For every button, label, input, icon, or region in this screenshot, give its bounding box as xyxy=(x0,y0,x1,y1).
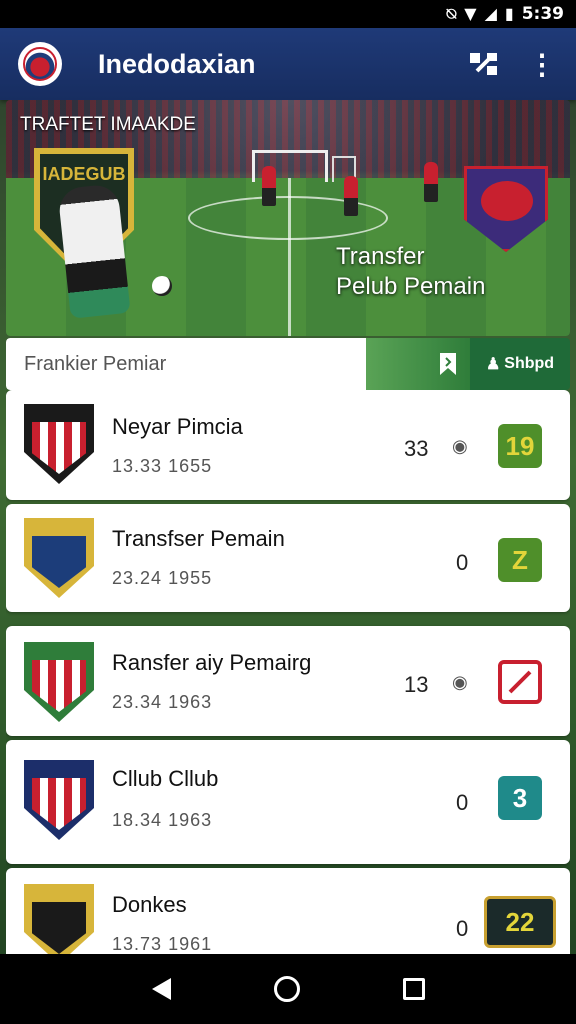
list-item[interactable]: Transfser Pemain 23.24 1955 0 Z xyxy=(6,504,570,612)
more-vert-icon: ⋮ xyxy=(528,48,556,80)
player-meta: 13.33 1655 xyxy=(112,456,213,476)
player-list: Neyar Pimcia 13.33 1655 33 ◉ 19 Transfse… xyxy=(6,390,570,954)
battery-icon: ▮ xyxy=(504,4,514,23)
status-bar: ⍉ ▼ ◢ ▮ 5:39 xyxy=(0,0,576,28)
eye-icon: ◉ xyxy=(452,436,468,456)
hero-banner[interactable]: TRAFTET IMAAKDE IADEGUB Transfer Pelub P… xyxy=(6,100,570,336)
hero-label: TRAFTET IMAAKDE xyxy=(20,114,196,135)
list-item[interactable]: Neyar Pimcia 13.33 1655 33 ◉ 19 xyxy=(6,390,570,500)
status-time: 5:39 xyxy=(521,4,564,24)
app-bar: Inedodaxian ⋮ xyxy=(0,28,576,100)
player-figure xyxy=(424,162,438,202)
back-icon[interactable] xyxy=(151,978,171,1000)
bookmark-filter-button[interactable] xyxy=(366,338,470,390)
player-meta: 23.34 1963 xyxy=(112,692,213,712)
person-icon: ♟ xyxy=(485,356,501,373)
shbpd-label: Shbpd xyxy=(504,355,555,372)
club-crest-icon xyxy=(24,518,94,598)
search-input[interactable] xyxy=(6,338,366,390)
player-name: Transfser Pemain xyxy=(112,526,285,551)
club-crest-icon xyxy=(24,642,94,722)
rating-badge[interactable]: 19 xyxy=(498,424,542,468)
player-figure xyxy=(344,176,358,216)
app-title: Inedodaxian xyxy=(98,48,256,79)
list-item[interactable]: Ransfer aiy Pemairg 23.34 1963 13 ◉ xyxy=(6,626,570,736)
player-meta: 18.34 1963 xyxy=(112,810,213,830)
view-count: 33 xyxy=(404,436,429,461)
rating-badge[interactable]: 3 xyxy=(498,776,542,820)
shbpd-button[interactable]: ♟ Shbpd xyxy=(470,338,570,390)
player-name: Cllub Cllub xyxy=(112,766,219,791)
hero-caption-line2: Pelub Pemain xyxy=(336,273,486,300)
signal-icon: ◢ xyxy=(484,4,497,23)
search-bar: ♟ Shbpd xyxy=(6,338,570,390)
wifi-icon: ▼ xyxy=(464,4,477,23)
player-name: Donkes xyxy=(112,892,187,917)
pitch-center-circle xyxy=(188,196,388,240)
edit-badge[interactable] xyxy=(498,660,542,704)
list-item[interactable]: Cllub Cllub 18.34 1963 0 3 xyxy=(6,740,570,864)
rating-badge[interactable]: Z xyxy=(498,538,542,582)
share-icon xyxy=(470,53,497,75)
player-name: Ransfer aiy Pemairg xyxy=(112,650,312,675)
view-count: 0 xyxy=(456,550,469,575)
view-count: 13 xyxy=(404,672,429,697)
list-item[interactable]: Donkes 13.73 1961 0 22 xyxy=(6,868,570,954)
hero-caption-line1: Transfer xyxy=(336,243,425,270)
view-count: 0 xyxy=(456,790,469,815)
player-figure xyxy=(262,166,276,206)
vibrate-icon: ⍉ xyxy=(446,4,457,23)
share-button[interactable] xyxy=(460,40,508,88)
club-crest-icon xyxy=(24,760,94,840)
more-options-button[interactable]: ⋮ xyxy=(518,40,566,88)
bookmark-icon xyxy=(440,353,456,375)
rating-badge[interactable]: 22 xyxy=(484,896,556,948)
edit-icon xyxy=(508,670,532,694)
hero-caption: Transfer Pelub Pemain xyxy=(336,242,485,302)
player-name: Neyar Pimcia xyxy=(112,414,243,439)
view-count: 0 xyxy=(456,916,469,941)
club-crest-icon xyxy=(24,404,94,484)
system-nav-bar xyxy=(0,954,576,1024)
recent-apps-icon[interactable] xyxy=(402,978,425,1000)
club-logo[interactable] xyxy=(18,42,62,86)
player-meta: 13.73 1961 xyxy=(112,934,213,954)
football-icon xyxy=(152,276,172,296)
eye-icon: ◉ xyxy=(452,672,468,692)
club-crest-icon xyxy=(24,884,94,954)
player-meta: 23.24 1955 xyxy=(112,568,213,588)
home-icon[interactable] xyxy=(273,976,300,1002)
